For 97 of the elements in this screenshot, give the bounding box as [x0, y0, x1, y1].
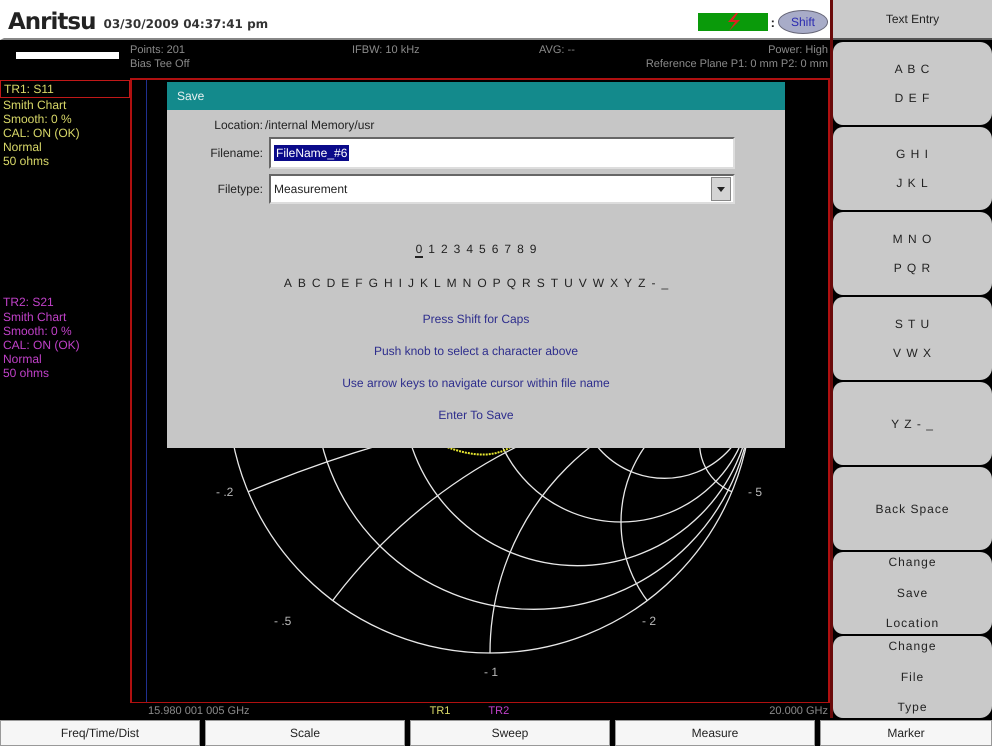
character-key[interactable]: 6 — [490, 242, 500, 258]
hint-text: Press Shift for Caps — [422, 312, 530, 326]
trace-info: Smith Chart — [2, 98, 68, 112]
character-key[interactable]: I — [398, 276, 403, 292]
trace-info: Normal — [2, 352, 43, 366]
character-key[interactable]: B — [296, 276, 307, 292]
character-key[interactable]: 7 — [503, 242, 512, 258]
trace-info: CAL: ON (OK) — [2, 126, 81, 140]
caret-icon — [717, 186, 725, 192]
start-frequency: 15.980 001 005 GHz — [148, 704, 250, 716]
filetype-label: Filetype: — [216, 182, 264, 196]
brand-logo: Anritsu — [8, 9, 96, 35]
character-key[interactable]: K — [418, 276, 429, 292]
character-key[interactable]: H — [382, 276, 394, 292]
hint-text: Push knob to select a character above — [374, 344, 578, 358]
character-key[interactable]: C — [310, 276, 322, 292]
character-key[interactable]: A — [282, 276, 293, 292]
menu-button[interactable]: Scale — [205, 720, 405, 746]
ifbw-text: IFBW: 10 kHz — [352, 44, 421, 56]
menu-button[interactable]: Measure — [615, 720, 815, 746]
trace-info: Smith Chart — [2, 310, 68, 324]
trace-info: Smooth: 0 % — [2, 112, 73, 126]
character-key[interactable]: F — [354, 276, 364, 292]
trace-bar-icon — [16, 52, 119, 59]
character-key[interactable]: V — [578, 276, 588, 292]
character-key[interactable]: Q — [506, 276, 518, 292]
softkey-button[interactable]: Y Z - _ — [833, 382, 992, 465]
trace-info: 50 ohms — [2, 154, 50, 168]
trace-key: TR1 — [430, 704, 450, 716]
character-key[interactable]: 0 — [414, 242, 424, 258]
character-key[interactable]: J — [406, 276, 415, 292]
menu-button[interactable]: Freq/Time/Dist — [0, 720, 200, 746]
character-key[interactable]: O — [476, 276, 488, 292]
filename-field[interactable]: FileName_#6 — [269, 137, 735, 169]
character-key[interactable]: U — [563, 276, 574, 292]
character-key[interactable]: S — [536, 276, 546, 292]
character-key[interactable]: 5 — [478, 242, 487, 258]
axis-label: - .5 — [274, 614, 292, 628]
axis-label: - 2 — [642, 614, 656, 628]
character-key[interactable]: D — [326, 276, 336, 292]
date-time: 03/30/2009 04:37:41 pm — [103, 17, 268, 31]
axis-label: - .2 — [216, 485, 234, 499]
character-key[interactable]: G — [368, 276, 379, 292]
power-text: Power: High — [768, 44, 828, 56]
hint-text: Enter To Save — [438, 408, 514, 422]
softkey-button[interactable]: Change File Type — [833, 636, 992, 718]
character-key[interactable]: 8 — [516, 242, 525, 258]
softkey-button[interactable]: Back Space — [833, 467, 992, 550]
menu-button[interactable]: Marker — [820, 720, 992, 746]
bias-tee-text: Bias Tee Off — [130, 58, 191, 70]
character-key[interactable]: - — [650, 276, 656, 292]
trace-title[interactable]: TR2: S21 — [0, 294, 130, 310]
character-key[interactable]: Z — [637, 276, 646, 292]
trace-info: Smooth: 0 % — [2, 324, 73, 338]
softkey-menu-title: Text Entry — [833, 0, 992, 40]
character-key[interactable]: T — [550, 276, 560, 292]
filename-label: Filename: — [209, 146, 264, 160]
axis-label: - 5 — [748, 485, 762, 499]
filetype-dropdown[interactable]: Measurement — [269, 174, 735, 204]
character-key[interactable]: 3 — [452, 242, 462, 258]
character-key[interactable]: 4 — [465, 242, 474, 258]
character-key[interactable]: E — [340, 276, 350, 292]
points-text: Points: 201 — [130, 44, 186, 56]
dialog-title: Save — [167, 82, 785, 110]
trace-info: Normal — [2, 140, 43, 154]
location-path: /internal Memory/usr — [265, 118, 374, 132]
menu-button[interactable]: Sweep — [410, 720, 610, 746]
character-key[interactable]: 1 — [427, 242, 436, 258]
softkey-button[interactable]: G H I J K L — [833, 127, 992, 210]
character-key[interactable]: Y — [623, 276, 634, 292]
battery-icon — [698, 13, 768, 31]
avg-text: AVG: -- — [539, 44, 576, 56]
character-key[interactable]: 2 — [440, 242, 449, 258]
character-key[interactable]: N — [462, 276, 472, 292]
axis-label: - 1 — [484, 665, 498, 679]
character-key[interactable]: W — [592, 276, 606, 292]
character-key[interactable]: M — [446, 276, 458, 292]
hint-text: Use arrow keys to navigate cursor within file name — [342, 376, 610, 390]
trace-key: TR2 — [488, 704, 510, 716]
softkey-button[interactable]: S T U V W X — [833, 297, 992, 380]
trace-info: 50 ohms — [2, 366, 50, 380]
character-key[interactable]: _ — [660, 276, 670, 292]
softkey-button[interactable]: A B C D E F — [833, 42, 992, 125]
character-key[interactable]: P — [492, 276, 502, 292]
character-key[interactable]: X — [609, 276, 620, 292]
stop-frequency: 20.000 GHz — [769, 704, 828, 716]
separator-text: : — [770, 14, 775, 30]
shift-indicator: Shift — [778, 10, 828, 34]
trace-title[interactable]: TR1: S11 — [0, 80, 130, 98]
dropdown-button[interactable] — [711, 177, 731, 201]
softkey-button[interactable]: Change Save Location — [833, 552, 992, 634]
trace-info: CAL: ON (OK) — [2, 338, 81, 352]
character-key[interactable]: L — [432, 276, 442, 292]
character-key[interactable]: 9 — [528, 242, 538, 258]
reference-plane-text: Reference Plane P1: 0 mm P2: 0 mm — [646, 58, 828, 70]
softkey-button[interactable]: M N O P Q R — [833, 212, 992, 295]
character-key[interactable]: R — [521, 276, 532, 292]
